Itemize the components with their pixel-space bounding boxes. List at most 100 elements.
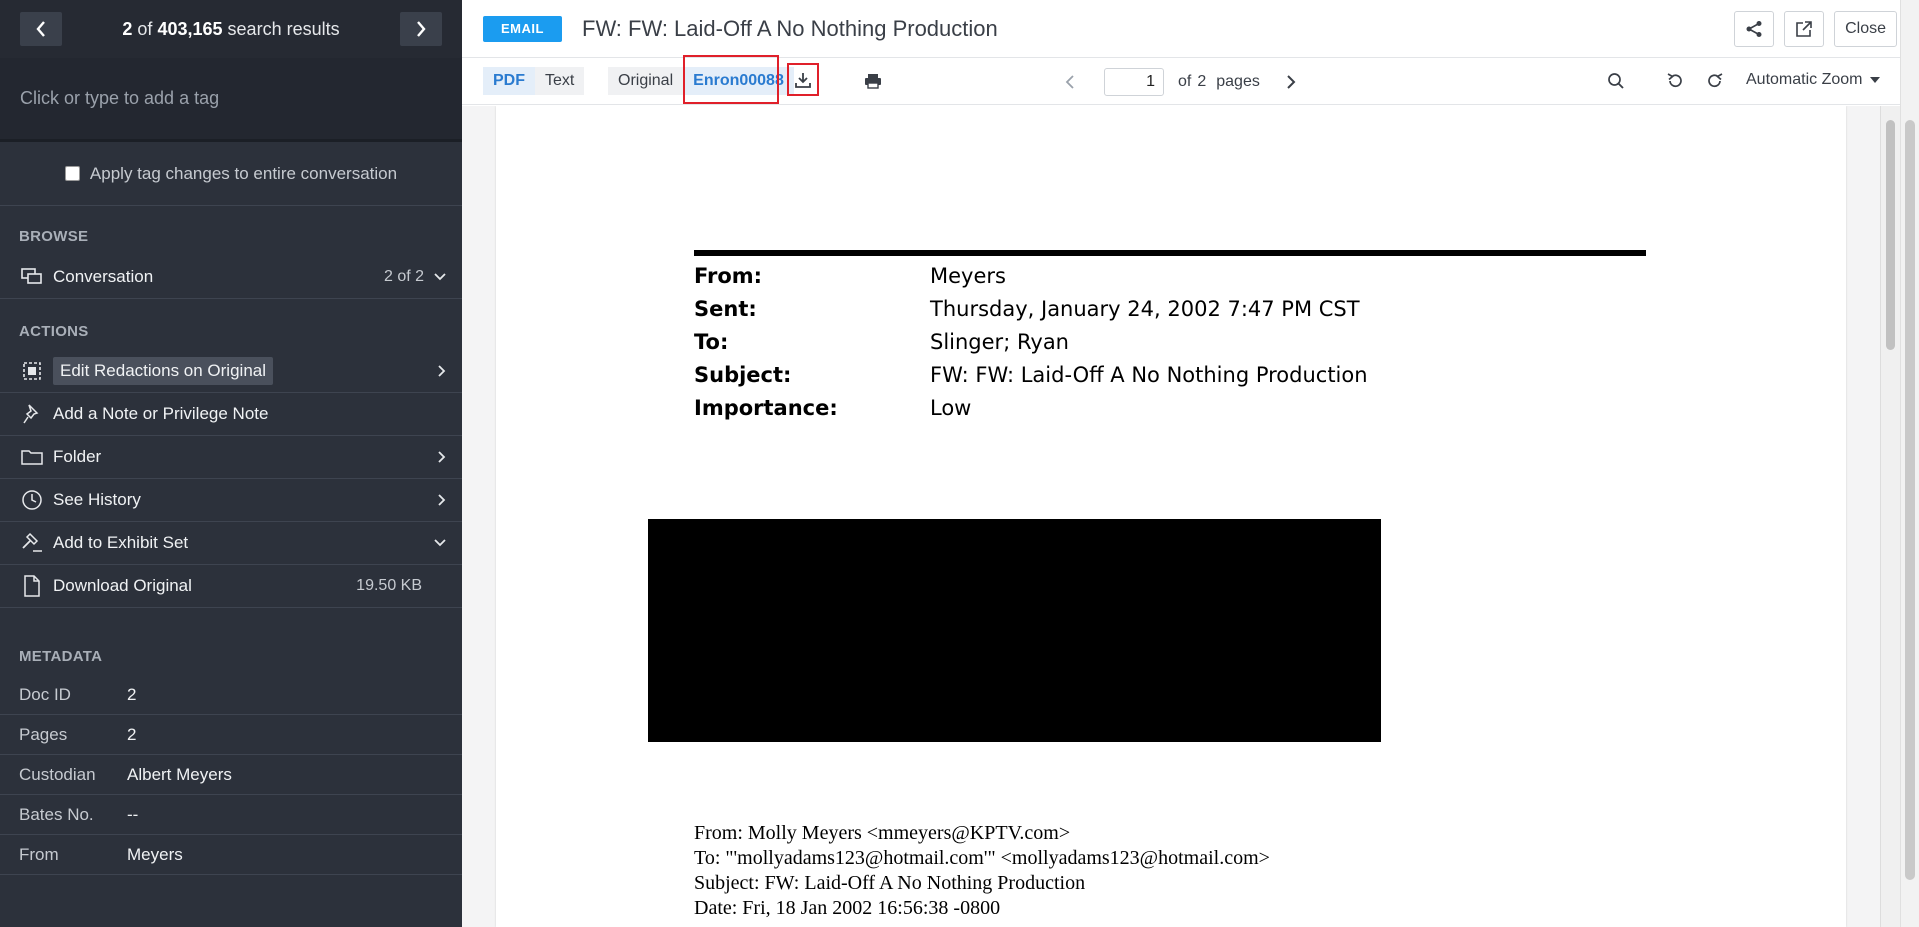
close-button[interactable]: Close bbox=[1834, 11, 1897, 47]
chevron-right-icon bbox=[438, 494, 446, 506]
download-original-item[interactable]: Download Original 19.50 KB bbox=[0, 565, 462, 608]
chevron-left-icon bbox=[36, 21, 45, 37]
document-viewer: EMAIL FW: FW: Laid-Off A No Nothing Prod… bbox=[462, 0, 1919, 927]
metadata-row: Doc ID 2 bbox=[0, 675, 462, 715]
document-page: From: Meyers Sent: Thursday, January 24, 2… bbox=[496, 106, 1846, 927]
email-header-value: Slinger; Ryan bbox=[930, 330, 1069, 354]
chevron-down-icon bbox=[434, 273, 446, 281]
folder-icon bbox=[19, 445, 45, 469]
document-canvas[interactable]: From: Meyers Sent: Thursday, January 24, 2… bbox=[462, 106, 1919, 927]
email-header-key: Importance: bbox=[694, 396, 838, 420]
result-navigator: 2 of 403,165 search results bbox=[0, 0, 462, 58]
email-header-key: Sent: bbox=[694, 297, 757, 321]
chevron-left-icon bbox=[1065, 75, 1074, 89]
chevron-right-icon bbox=[1287, 75, 1296, 89]
see-history-label: See History bbox=[53, 490, 141, 509]
rotate-left-button[interactable] bbox=[1662, 68, 1688, 94]
metadata-row: Bates No. -- bbox=[0, 795, 462, 835]
apply-tag-label: Apply tag changes to entire conversation bbox=[89, 163, 398, 183]
email-header-key: To: bbox=[694, 330, 729, 354]
apply-tag-checkbox[interactable] bbox=[64, 166, 80, 181]
search-icon bbox=[1608, 73, 1624, 89]
page-scrollbar-thumb[interactable] bbox=[1886, 120, 1895, 350]
email-header-value: FW: FW: Laid-Off A No Nothing Production bbox=[930, 363, 1368, 387]
email-badge: EMAIL bbox=[483, 15, 562, 42]
add-note-item[interactable]: Add a Note or Privilege Note bbox=[0, 393, 462, 436]
email-body-line: To: "'mollyadams123@hotmail.com'" <molly… bbox=[694, 847, 1270, 869]
chevron-right-icon bbox=[438, 365, 446, 377]
page-number-input[interactable]: 1 bbox=[1104, 68, 1164, 96]
window-scrollbar[interactable] bbox=[1900, 0, 1919, 927]
email-body-line: Date: Fri, 18 Jan 2002 16:56:38 -0800 bbox=[694, 897, 1001, 919]
metadata-row: Pages 2 bbox=[0, 715, 462, 755]
chevron-down-icon bbox=[434, 539, 446, 547]
conversation-icon bbox=[19, 265, 45, 289]
metadata-row: From Meyers bbox=[0, 835, 462, 875]
open-external-button[interactable] bbox=[1784, 11, 1825, 47]
previous-result-button[interactable] bbox=[20, 12, 62, 46]
metadata-key: Bates No. bbox=[19, 804, 94, 824]
email-header-key: Subject: bbox=[694, 363, 792, 387]
email-body-line: From: Molly Meyers <mmeyers@KPTV.com> bbox=[694, 822, 1071, 844]
page-suffix: pages bbox=[1216, 73, 1260, 90]
tag-input-placeholder: Click or type to add a tag bbox=[20, 88, 220, 108]
metadata-value: -- bbox=[127, 804, 139, 824]
conversation-count: 2 of 2 bbox=[383, 268, 424, 285]
apply-tag-row: Apply tag changes to entire conversation bbox=[0, 142, 462, 206]
email-body-line: Subject: FW: Laid-Off A No Nothing Produ… bbox=[694, 872, 1086, 894]
metadata-value: Albert Meyers bbox=[127, 764, 232, 784]
page-navigator: 1 of 2 pages bbox=[1104, 68, 1260, 96]
sidebar: 2 of 403,165 search results Click or typ… bbox=[0, 0, 462, 927]
previous-page-button[interactable] bbox=[1060, 70, 1080, 94]
edit-redactions-label: Edit Redactions on Original bbox=[53, 357, 274, 385]
conversation-label: Conversation bbox=[53, 267, 154, 286]
conversation-item[interactable]: Conversation 2 of 2 bbox=[0, 256, 462, 299]
zoom-value: Automatic Zoom bbox=[1746, 71, 1863, 88]
add-to-exhibit-item[interactable]: Add to Exhibit Set bbox=[0, 522, 462, 565]
result-suffix: search results bbox=[227, 18, 340, 39]
result-of: of bbox=[137, 18, 153, 39]
external-link-icon bbox=[1796, 21, 1812, 37]
app: 2 of 403,165 search results Click or typ… bbox=[0, 0, 1919, 927]
result-count: 2 of 403,165 search results bbox=[122, 19, 339, 40]
title-bar: EMAIL FW: FW: Laid-Off A No Nothing Prod… bbox=[462, 0, 1919, 58]
result-position: 2 bbox=[122, 18, 133, 39]
caret-down-icon bbox=[1870, 77, 1881, 83]
zoom-select[interactable]: Automatic Zoom bbox=[1746, 71, 1881, 89]
next-page-button[interactable] bbox=[1281, 70, 1301, 94]
rotate-right-button[interactable] bbox=[1702, 68, 1728, 94]
edit-redactions-item[interactable]: Edit Redactions on Original bbox=[0, 350, 462, 393]
share-icon bbox=[1746, 21, 1762, 37]
share-button[interactable] bbox=[1734, 11, 1775, 47]
add-to-exhibit-label: Add to Exhibit Set bbox=[53, 533, 189, 552]
page-total: 2 bbox=[1197, 73, 1207, 90]
metadata-key: From bbox=[19, 844, 59, 864]
metadata-section-label: METADATA bbox=[19, 648, 103, 665]
window-scrollbar-thumb[interactable] bbox=[1905, 120, 1915, 880]
email-header-value: Low bbox=[930, 396, 972, 420]
search-button[interactable] bbox=[1603, 68, 1629, 94]
download-original-size: 19.50 KB bbox=[356, 577, 422, 594]
pin-icon bbox=[19, 402, 45, 426]
page-scrollbar[interactable] bbox=[1880, 106, 1900, 927]
chevron-right-icon bbox=[417, 21, 426, 37]
see-history-item[interactable]: See History bbox=[0, 479, 462, 522]
folder-item[interactable]: Folder bbox=[0, 436, 462, 479]
tab-pdf[interactable]: PDF bbox=[483, 67, 535, 95]
header-rule bbox=[694, 250, 1646, 256]
tag-input[interactable]: Click or type to add a tag bbox=[0, 58, 462, 142]
tab-text[interactable]: Text bbox=[535, 67, 585, 95]
highlight-box bbox=[683, 55, 779, 104]
gavel-icon bbox=[19, 531, 45, 555]
add-note-label: Add a Note or Privilege Note bbox=[53, 404, 269, 423]
printer-icon bbox=[865, 74, 881, 89]
email-header-value: Meyers bbox=[930, 264, 1006, 288]
metadata-value: 2 bbox=[127, 724, 137, 744]
view-mode-tabs: PDF Text bbox=[483, 67, 585, 95]
tab-original[interactable]: Original bbox=[608, 67, 684, 95]
redaction-icon bbox=[19, 359, 45, 383]
next-result-button[interactable] bbox=[399, 12, 442, 46]
email-header-key: From: bbox=[694, 264, 763, 288]
highlight-box bbox=[787, 63, 819, 96]
print-button[interactable] bbox=[859, 67, 887, 95]
